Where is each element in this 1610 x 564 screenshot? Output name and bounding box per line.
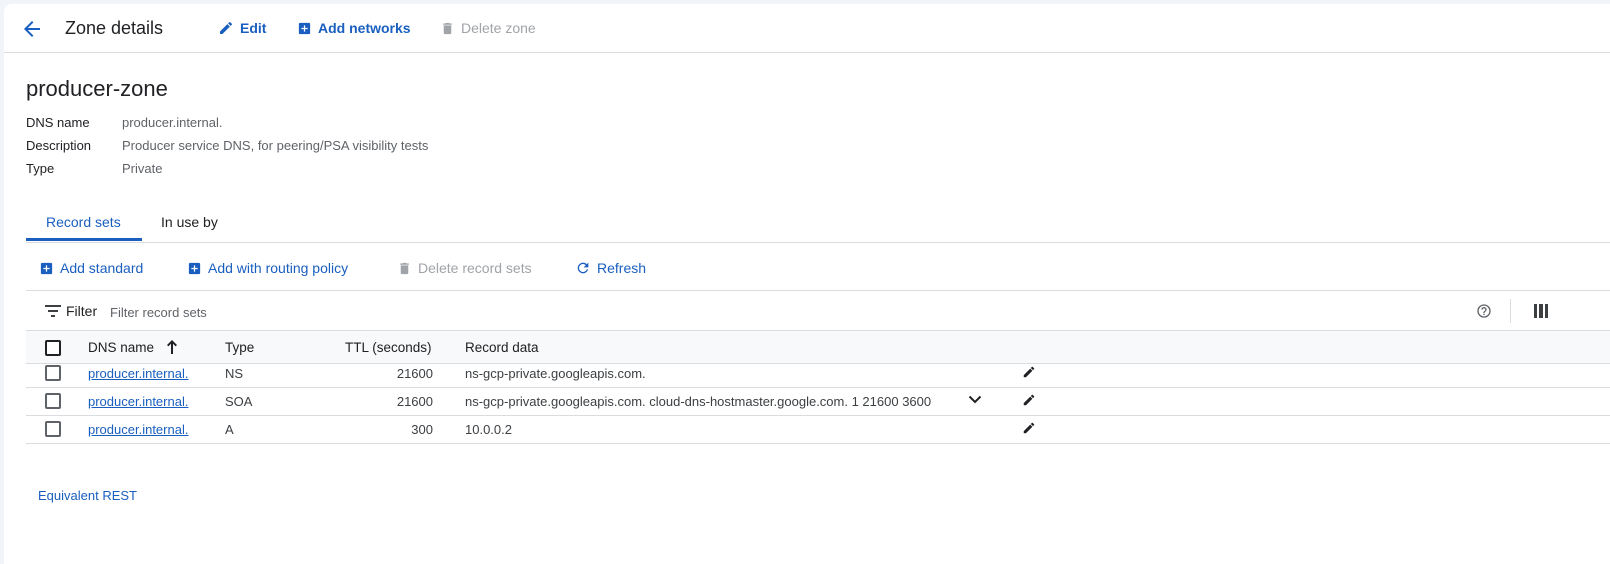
back-arrow-icon[interactable]: [20, 17, 44, 41]
table-row: producer.internal. NS 21600 ns-gcp-priva…: [26, 359, 1610, 388]
add-routing-label: Add with routing policy: [208, 260, 349, 276]
filter-icon: [45, 305, 61, 317]
tab-bar: Record sets In use by: [26, 204, 1610, 243]
row-dns-name-link[interactable]: producer.internal.: [88, 394, 188, 409]
tab-in-use-by[interactable]: In use by: [161, 214, 218, 230]
row-checkbox[interactable]: [45, 365, 61, 381]
active-tab-indicator: [26, 238, 142, 241]
refresh-label: Refresh: [597, 260, 647, 276]
row-record-data: 10.0.0.2: [465, 422, 512, 437]
row-ttl: 21600: [396, 366, 433, 381]
help-icon[interactable]: [1476, 303, 1492, 319]
add-networks-label: Add networks: [318, 20, 411, 36]
table-row: producer.internal. A 300 10.0.0.2: [26, 415, 1610, 444]
edit-record-icon[interactable]: [1022, 421, 1036, 435]
edit-record-icon[interactable]: [1022, 365, 1036, 379]
col-ttl[interactable]: TTL (seconds): [345, 340, 432, 355]
row-type: A: [225, 422, 234, 437]
filter-label: Filter: [66, 303, 98, 319]
dns-name-key: DNS name: [26, 115, 90, 130]
add-routing-policy-button[interactable]: Add with routing policy: [187, 260, 348, 276]
row-type: SOA: [225, 394, 253, 409]
pencil-icon: [220, 21, 233, 34]
row-dns-name-link[interactable]: producer.internal.: [88, 422, 188, 437]
delete-zone-label: Delete zone: [461, 20, 536, 36]
row-ttl: 21600: [396, 394, 433, 409]
type-value: Private: [122, 161, 163, 176]
add-standard-label: Add standard: [60, 260, 144, 276]
tab-record-sets[interactable]: Record sets: [46, 214, 121, 230]
col-dns-name-label: DNS name: [88, 340, 155, 355]
trash-icon: [400, 262, 409, 274]
edit-label: Edit: [240, 20, 267, 36]
add-box-icon: [298, 22, 311, 34]
row-checkbox[interactable]: [45, 421, 61, 437]
page-title: Zone details: [65, 18, 164, 38]
row-dns-name-link[interactable]: producer.internal.: [88, 366, 188, 381]
row-checkbox[interactable]: [45, 393, 61, 409]
zone-details-page: Zone details Edit Add networks Delete zo…: [4, 4, 1610, 564]
chevron-down-icon[interactable]: [968, 395, 982, 405]
row-type: NS: [225, 366, 244, 381]
col-record-data[interactable]: Record data: [465, 340, 539, 355]
equivalent-rest-link[interactable]: Equivalent REST: [38, 488, 137, 503]
col-dns-name[interactable]: DNS name: [88, 340, 178, 355]
edit-record-icon[interactable]: [1022, 393, 1036, 407]
filter-bar: Filter: [26, 290, 1610, 331]
page-header: Zone details Edit Add networks Delete zo…: [4, 4, 1610, 53]
refresh-button[interactable]: Refresh: [575, 260, 646, 276]
toolbar-divider: [1510, 299, 1511, 323]
filter-input[interactable]: [108, 300, 412, 324]
add-networks-button[interactable]: Add networks: [297, 20, 411, 36]
add-standard-button[interactable]: Add standard: [39, 260, 143, 276]
refresh-icon: [577, 262, 589, 274]
column-display-icon[interactable]: [1534, 304, 1548, 318]
description-value: Producer service DNS, for peering/PSA vi…: [122, 138, 429, 153]
col-type[interactable]: Type: [225, 340, 254, 355]
trash-icon: [443, 22, 452, 34]
type-key: Type: [26, 161, 55, 176]
delete-zone-button[interactable]: Delete zone: [440, 20, 536, 36]
row-record-data: ns-gcp-private.googleapis.com. cloud-dns…: [465, 394, 932, 409]
delete-record-sets-button[interactable]: Delete record sets: [397, 260, 532, 276]
description-key: Description: [26, 138, 92, 153]
zone-name-heading: producer-zone: [26, 76, 168, 101]
row-ttl: 300: [411, 422, 433, 437]
row-record-data: ns-gcp-private.googleapis.com.: [465, 366, 646, 381]
sort-ascending-icon: [166, 340, 177, 354]
select-all-checkbox[interactable]: [45, 340, 61, 356]
edit-button[interactable]: Edit: [218, 20, 266, 36]
add-box-icon: [40, 262, 53, 274]
delete-records-label: Delete record sets: [418, 260, 532, 276]
add-box-icon: [188, 262, 201, 274]
table-row: producer.internal. SOA 21600 ns-gcp-priv…: [26, 387, 1610, 416]
dns-name-value: producer.internal.: [122, 115, 223, 130]
